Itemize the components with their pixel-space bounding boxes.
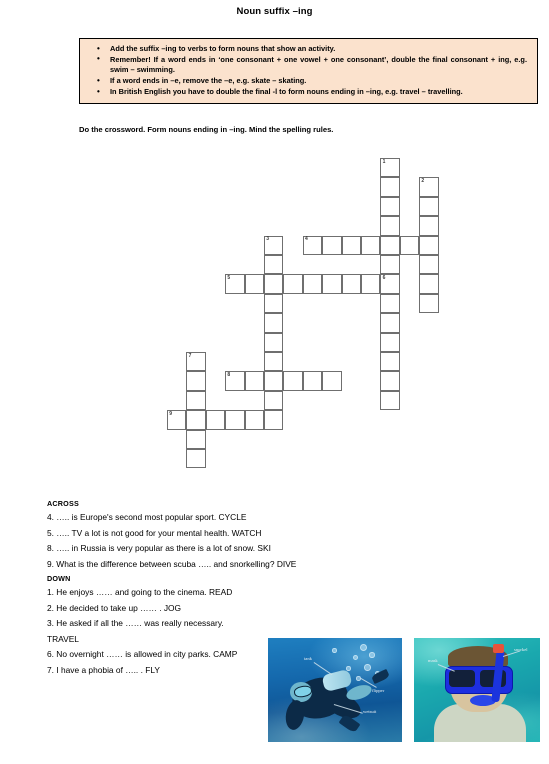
rules-info-box: Add the suffix –ing to verbs to form nou… bbox=[79, 38, 538, 105]
photo-label-wetsuit: wetsuit bbox=[363, 709, 377, 714]
crossword-cell[interactable] bbox=[322, 274, 342, 294]
crossword-cell[interactable] bbox=[244, 410, 264, 430]
crossword-cell[interactable] bbox=[380, 293, 400, 314]
crossword-cell[interactable]: 9 bbox=[167, 410, 187, 430]
crossword-cell[interactable] bbox=[264, 332, 284, 352]
crossword-cell[interactable] bbox=[380, 255, 400, 275]
photo-label-flipper: flipper bbox=[372, 688, 385, 693]
crossword-cell[interactable] bbox=[322, 235, 342, 255]
crossword-clue-number: 4 bbox=[304, 236, 308, 243]
crossword-cell[interactable] bbox=[283, 274, 303, 294]
task-instruction: Do the crossword. Form nouns ending in –… bbox=[79, 125, 334, 134]
crossword-cell[interactable]: 2 bbox=[419, 177, 439, 197]
photo-label-mask: mask bbox=[428, 658, 438, 663]
crossword-cell[interactable] bbox=[419, 274, 439, 294]
crossword-clue-number: 7 bbox=[188, 352, 192, 359]
clue-across-9: 9. What is the difference between scuba … bbox=[47, 558, 297, 569]
crossword-cell[interactable] bbox=[264, 255, 284, 275]
crossword-cell[interactable]: 4 bbox=[302, 235, 323, 255]
crossword-cell[interactable]: 6 bbox=[380, 274, 400, 294]
crossword-cell[interactable]: 1 bbox=[380, 158, 400, 178]
rule-item: In British English you have to double th… bbox=[97, 87, 529, 98]
crossword-cell[interactable] bbox=[244, 371, 264, 391]
crossword-cell[interactable] bbox=[419, 235, 439, 255]
clue-down-2: 2. He decided to take up …… . JOG bbox=[47, 602, 182, 613]
photo-label-snorkel: snorkel bbox=[514, 647, 528, 652]
crossword-cell[interactable] bbox=[361, 235, 381, 255]
crossword-cell[interactable] bbox=[419, 216, 439, 236]
crossword-cell[interactable] bbox=[380, 235, 400, 255]
scuba-diver-photo: tank flipper wetsuit bbox=[268, 638, 402, 742]
snorkeller-photo: mask snorkel bbox=[414, 638, 540, 742]
crossword-cell[interactable] bbox=[264, 274, 284, 294]
crossword-cell[interactable] bbox=[380, 216, 400, 236]
rule-item: If a word ends in –e, remove the –e, e.g… bbox=[97, 76, 529, 87]
rules-list: Add the suffix –ing to verbs to form nou… bbox=[84, 43, 529, 98]
crossword-cell[interactable] bbox=[205, 410, 226, 430]
crossword-cell[interactable] bbox=[225, 410, 245, 430]
crossword-clue-number: 3 bbox=[266, 236, 269, 243]
crossword-cell[interactable] bbox=[341, 274, 361, 294]
crossword-cell[interactable] bbox=[283, 371, 303, 391]
crossword-cell[interactable] bbox=[380, 196, 400, 217]
crossword-clue-number: 9 bbox=[169, 410, 172, 417]
crossword-cell[interactable] bbox=[186, 371, 206, 391]
crossword-clue-number: 6 bbox=[382, 274, 386, 281]
crossword-cell[interactable] bbox=[186, 429, 206, 449]
crossword-cell[interactable]: 8 bbox=[225, 371, 245, 391]
crossword-cell[interactable] bbox=[302, 274, 323, 294]
clue-down-6: 6. No overnight …… is allowed in city pa… bbox=[47, 649, 238, 659]
crossword-clue-number: 2 bbox=[421, 177, 425, 184]
crossword-cell[interactable] bbox=[264, 410, 284, 430]
crossword-cell[interactable] bbox=[380, 313, 400, 333]
clue-down-3: 3. He asked if all the …… was really nec… bbox=[47, 618, 224, 644]
down-heading: DOWN bbox=[47, 574, 71, 583]
crossword-cell[interactable] bbox=[380, 352, 400, 372]
across-heading: ACROSS bbox=[47, 499, 79, 508]
crossword-cell[interactable] bbox=[380, 177, 400, 197]
clue-across-4: 4. ….. is Europe's second most popular s… bbox=[47, 512, 247, 522]
crossword-cell[interactable] bbox=[419, 255, 439, 275]
crossword-cell[interactable] bbox=[380, 332, 400, 352]
crossword-cell[interactable] bbox=[264, 293, 284, 314]
crossword-cell[interactable] bbox=[302, 371, 323, 391]
crossword-cell[interactable] bbox=[322, 371, 342, 391]
crossword-cell[interactable] bbox=[244, 274, 264, 294]
page-title: Noun suffix –ing bbox=[236, 6, 313, 17]
crossword-cell[interactable]: 3 bbox=[264, 235, 284, 255]
clue-across-8: 8. ….. in Russia is very popular as ther… bbox=[47, 543, 271, 553]
crossword-cell[interactable] bbox=[341, 235, 361, 255]
crossword-cell[interactable] bbox=[186, 449, 206, 469]
clue-down-1: 1. He enjoys …… and going to the cinema.… bbox=[47, 587, 233, 597]
crossword-cell[interactable] bbox=[264, 352, 284, 372]
rule-item: Remember! If a word ends in ‘one consona… bbox=[97, 54, 529, 76]
crossword-cell[interactable] bbox=[361, 274, 381, 294]
photo-label-tank: tank bbox=[304, 656, 312, 661]
crossword-cell[interactable] bbox=[399, 235, 420, 255]
crossword-clue-number: 1 bbox=[382, 158, 386, 165]
crossword-cell[interactable] bbox=[264, 313, 284, 333]
crossword-cell[interactable]: 7 bbox=[186, 352, 206, 372]
crossword-cell[interactable] bbox=[186, 410, 206, 430]
crossword-cell[interactable]: 5 bbox=[225, 274, 245, 294]
crossword-cell[interactable] bbox=[264, 390, 284, 411]
crossword-clue-number: 8 bbox=[227, 371, 231, 378]
rule-item: Add the suffix –ing to verbs to form nou… bbox=[97, 43, 529, 54]
crossword-cell[interactable] bbox=[380, 371, 400, 391]
crossword-cell[interactable] bbox=[380, 390, 400, 411]
crossword-cell[interactable] bbox=[186, 390, 206, 411]
crossword-clue-number: 5 bbox=[227, 274, 231, 281]
crossword-cell[interactable] bbox=[419, 293, 439, 314]
clue-across-5: 5. ….. TV a lot is not good for your men… bbox=[47, 527, 262, 538]
crossword-cell[interactable] bbox=[419, 196, 439, 217]
snorkeller-snorkel-tip bbox=[493, 644, 504, 653]
crossword-cell[interactable] bbox=[264, 371, 284, 391]
